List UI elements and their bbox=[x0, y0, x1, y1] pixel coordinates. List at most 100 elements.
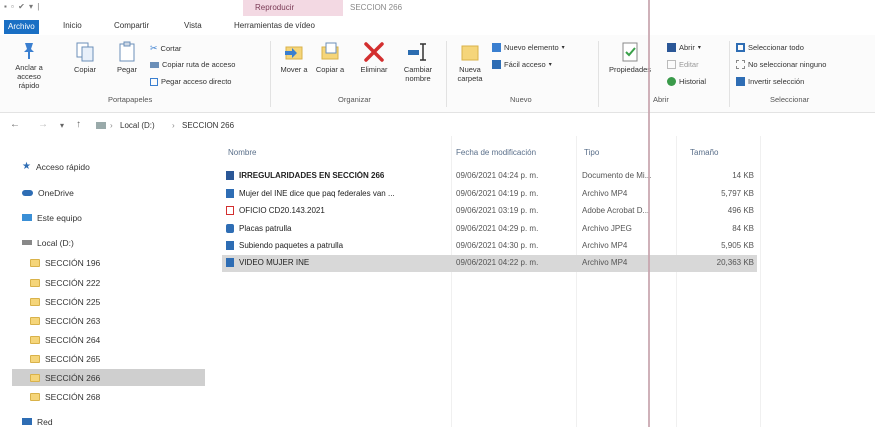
nav-folder[interactable]: SECCIÓN 225 bbox=[30, 293, 180, 310]
breadcrumb-drive[interactable]: Local (D:) bbox=[120, 121, 155, 130]
file-list: Nombre Fecha de modificación Tipo Tamaño… bbox=[222, 142, 762, 282]
open-group-label: Abrir bbox=[653, 95, 669, 104]
pin-quick-access-button[interactable]: Anclar a acceso rápido bbox=[6, 41, 52, 90]
quick-access-toolbar[interactable]: ▪ ▫ ✔ ▾ | bbox=[4, 2, 40, 11]
back-button[interactable]: ← bbox=[10, 119, 20, 130]
recent-locations-button[interactable]: ▾ bbox=[60, 121, 64, 130]
tab-file[interactable]: Archivo bbox=[4, 20, 39, 34]
move-to-button[interactable]: Mover a bbox=[278, 41, 310, 74]
rename-button[interactable]: Cambiar nombre bbox=[398, 41, 438, 83]
scissors-icon: ✂ bbox=[150, 43, 158, 53]
nav-folder[interactable]: SECCIÓN 265 bbox=[30, 350, 180, 367]
clipboard-group-label: Portapapeles bbox=[108, 95, 153, 104]
forward-button[interactable]: → bbox=[38, 119, 48, 130]
nav-onedrive[interactable]: OneDrive bbox=[22, 184, 74, 201]
nav-folder[interactable]: SECCIÓN 264 bbox=[30, 331, 180, 348]
column-header-type[interactable]: Tipo bbox=[584, 148, 599, 157]
edit-button[interactable]: Editar bbox=[667, 60, 699, 69]
tab-video-tools[interactable]: Herramientas de vídeo bbox=[228, 19, 321, 33]
dropdown-arrow-icon: ▾ bbox=[561, 45, 565, 51]
drive-icon bbox=[96, 122, 106, 129]
open-icon bbox=[667, 43, 676, 52]
file-row[interactable]: Mujer del INE dice que paq federales van… bbox=[222, 186, 757, 203]
breadcrumb-folder[interactable]: SECCION 266 bbox=[182, 121, 234, 130]
up-button[interactable]: ↑ bbox=[76, 119, 81, 130]
folder-icon bbox=[30, 392, 40, 401]
cut-button[interactable]: ✂ Cortar bbox=[150, 43, 181, 54]
history-button[interactable]: Historial bbox=[667, 77, 706, 86]
file-type: Adobe Acrobat D... bbox=[582, 206, 650, 215]
invert-selection-button[interactable]: Invertir selección bbox=[736, 77, 804, 86]
breadcrumb-separator: › bbox=[110, 121, 113, 130]
invert-selection-icon bbox=[736, 77, 745, 86]
new-item-label: Nuevo elemento bbox=[504, 43, 559, 52]
tab-home[interactable]: Inicio bbox=[57, 19, 88, 33]
copy-to-button[interactable]: Copiar a bbox=[314, 41, 346, 74]
breadcrumb-separator: › bbox=[172, 121, 175, 130]
column-header-date[interactable]: Fecha de modificación bbox=[456, 148, 536, 157]
history-icon bbox=[667, 77, 676, 86]
video-icon bbox=[226, 241, 234, 250]
nav-drive[interactable]: Local (D:) bbox=[22, 234, 74, 251]
easy-access-button[interactable]: Fácil acceso ▾ bbox=[492, 60, 552, 69]
nav-folder[interactable]: SECCIÓN 268 bbox=[30, 388, 180, 405]
file-row-selected[interactable]: VIDEO MUJER INE 09/06/2021 04:22 p. m. A… bbox=[222, 255, 757, 272]
ribbon-separator bbox=[446, 41, 447, 107]
column-header-name[interactable]: Nombre bbox=[228, 148, 256, 157]
nav-folder[interactable]: SECCIÓN 263 bbox=[30, 312, 180, 329]
nav-network[interactable]: Red bbox=[22, 413, 53, 427]
nav-label: SECCIÓN 266 bbox=[45, 372, 101, 383]
dropdown-arrow-icon: ▾ bbox=[697, 45, 701, 51]
nav-folder-selected[interactable]: SECCIÓN 266 bbox=[12, 369, 205, 386]
tab-view[interactable]: Vista bbox=[178, 19, 208, 33]
nav-folder[interactable]: SECCIÓN 196 bbox=[30, 254, 180, 271]
address-bar: ← → ▾ ↑ › Local (D:) › SECCION 266 bbox=[0, 116, 875, 136]
drive-icon bbox=[22, 240, 32, 245]
folder-icon bbox=[30, 373, 40, 382]
select-none-icon bbox=[736, 60, 745, 69]
copy-button[interactable]: Copiar bbox=[68, 41, 102, 74]
nav-label: SECCIÓN 265 bbox=[45, 353, 101, 364]
open-button[interactable]: Abrir ▾ bbox=[667, 43, 701, 52]
ribbon-separator bbox=[729, 41, 730, 107]
select-all-label: Seleccionar todo bbox=[748, 43, 804, 52]
star-icon: ★ bbox=[22, 161, 31, 172]
screen-artifact-line bbox=[648, 0, 650, 427]
file-size: 14 KB bbox=[732, 171, 754, 180]
file-row[interactable]: Placas patrulla 09/06/2021 04:29 p. m. A… bbox=[222, 221, 757, 238]
word-icon bbox=[226, 171, 234, 180]
ribbon-separator bbox=[598, 41, 599, 107]
paste-button[interactable]: Pegar bbox=[110, 41, 144, 74]
nav-label: Este equipo bbox=[37, 212, 82, 223]
copy-folder-icon bbox=[321, 42, 339, 60]
file-row[interactable]: OFICIO CD20.143.2021 09/06/2021 03:19 p.… bbox=[222, 203, 757, 220]
folder-icon bbox=[30, 316, 40, 325]
new-item-button[interactable]: Nuevo elemento ▾ bbox=[492, 43, 565, 52]
file-size: 5,905 KB bbox=[721, 241, 754, 250]
file-name: Mujer del INE dice que paq federales van… bbox=[239, 189, 395, 198]
nav-folder[interactable]: SECCIÓN 222 bbox=[30, 274, 180, 291]
nav-this-pc[interactable]: Este equipo bbox=[22, 209, 82, 226]
paste-shortcut-label: Pegar acceso directo bbox=[161, 77, 232, 86]
new-folder-button[interactable]: Nueva carpeta bbox=[452, 41, 488, 83]
paste-shortcut-button[interactable]: Pegar acceso directo bbox=[150, 77, 231, 86]
rename-icon bbox=[408, 43, 426, 61]
column-header-size[interactable]: Tamaño bbox=[690, 148, 718, 157]
tab-share[interactable]: Compartir bbox=[108, 19, 155, 33]
select-none-button[interactable]: No seleccionar ninguno bbox=[736, 60, 826, 69]
file-row[interactable]: Subiendo paquetes a patrulla 09/06/2021 … bbox=[222, 238, 757, 255]
file-row[interactable]: IRREGULARIDADES EN SECCIÓN 266 09/06/202… bbox=[222, 168, 757, 185]
new-folder-icon bbox=[461, 45, 479, 61]
select-all-button[interactable]: Seleccionar todo bbox=[736, 43, 804, 52]
window-title: SECCION 266 bbox=[350, 3, 403, 12]
delete-button[interactable]: Eliminar bbox=[356, 41, 392, 74]
history-label: Historial bbox=[679, 77, 707, 86]
contextual-group-label: Reproducir bbox=[255, 3, 295, 12]
easy-access-icon bbox=[492, 60, 501, 69]
nav-quick-access[interactable]: ★ Acceso rápido bbox=[22, 158, 90, 175]
copy-path-button[interactable]: Copiar ruta de acceso bbox=[150, 60, 235, 69]
file-type: Archivo MP4 bbox=[582, 241, 628, 250]
file-type: Archivo MP4 bbox=[582, 189, 628, 198]
paste-label: Pegar bbox=[116, 65, 137, 74]
ribbon: Anclar a acceso rápido Copiar Pegar ✂ Co… bbox=[0, 35, 875, 113]
